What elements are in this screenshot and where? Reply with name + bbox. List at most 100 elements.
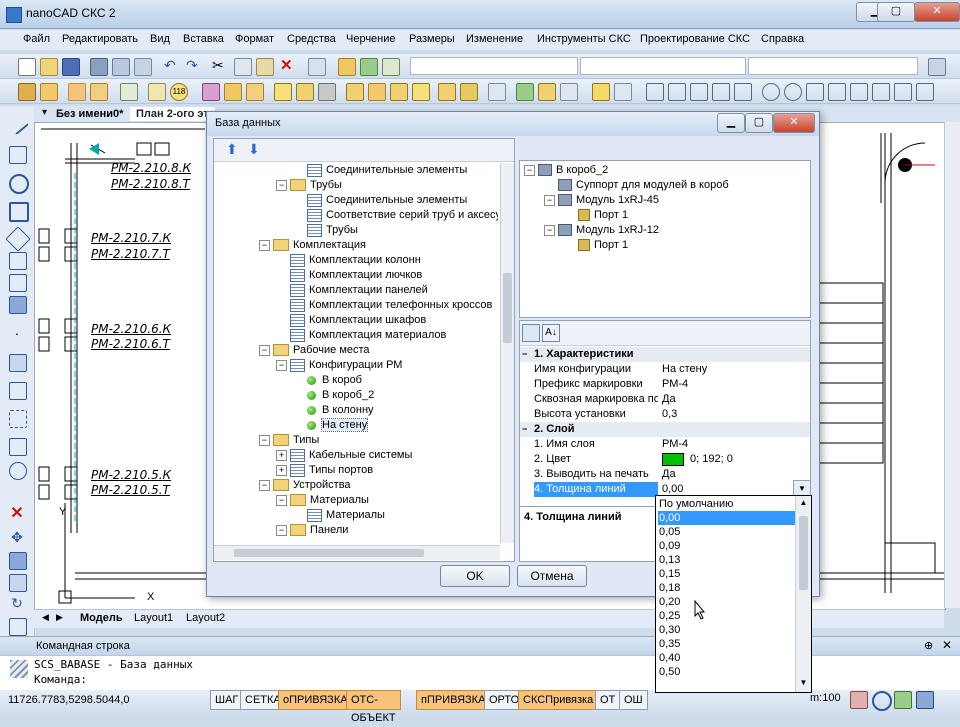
menu-help[interactable]: Справка <box>761 33 804 45</box>
tree-item[interactable]: В короб_2 <box>293 388 374 403</box>
tree-item[interactable]: Соответствие серий труб и аксесуаров <box>293 208 498 223</box>
osh-toggle[interactable]: ОШ <box>619 690 648 710</box>
hatch-tool-icon[interactable] <box>9 296 27 314</box>
layer-state-icon[interactable] <box>360 58 378 76</box>
tree-item[interactable]: Комплектации телефонных кроссов <box>276 298 492 313</box>
tree-item[interactable]: В колонну <box>293 403 374 418</box>
label-rm-5-k[interactable]: РМ-2.210.5.К <box>91 468 171 482</box>
collapse-icon[interactable]: − <box>276 179 287 191</box>
dropdown-option[interactable]: 0,40 <box>658 651 795 665</box>
scs-tool-17-icon[interactable] <box>412 83 430 101</box>
canvas-vscrollbar[interactable] <box>944 122 960 608</box>
scs-tool-20-icon[interactable] <box>488 83 506 101</box>
dim-tool-5-icon[interactable] <box>734 83 752 101</box>
tree-item[interactable]: − В короб_2 <box>524 163 608 178</box>
close-button[interactable]: ✕ <box>914 2 960 22</box>
dim-tool-9-icon[interactable] <box>828 83 846 101</box>
new-file-icon[interactable] <box>18 58 36 76</box>
scs-tool-7-icon[interactable]: 118 <box>170 83 188 101</box>
scs-tool-23-icon[interactable] <box>560 83 578 101</box>
image-tool-icon[interactable] <box>9 354 27 372</box>
property-value-cell[interactable]: РМ-4 <box>662 437 688 452</box>
status-icon-1[interactable] <box>850 691 868 709</box>
measure-tool-icon[interactable] <box>9 382 27 400</box>
scs-tool-6-icon[interactable] <box>148 83 166 101</box>
menu-scs-tools[interactable]: Инструменты СКС <box>537 33 631 45</box>
tree-item[interactable]: Комплектации лючков <box>276 268 422 283</box>
dim-tool-6-icon[interactable] <box>762 83 780 101</box>
tree-item[interactable]: − Модуль 1xRJ-12 <box>544 223 659 238</box>
tab-layout2[interactable]: Layout2 <box>186 612 225 624</box>
collapse-icon[interactable]: − <box>259 344 270 356</box>
collapse-icon[interactable]: − <box>259 239 270 251</box>
tree-item[interactable]: Комплектация материалов <box>276 328 446 343</box>
collapse-icon[interactable]: − <box>522 422 527 437</box>
tree-item[interactable]: На стену <box>293 418 369 433</box>
tree-item[interactable]: В короб <box>293 373 362 388</box>
tab-untitled[interactable]: Без имени0* <box>50 107 129 121</box>
label-rm-7-t[interactable]: РМ-2.210.7.Т <box>91 247 170 261</box>
scs-tool-8-icon[interactable] <box>202 83 220 101</box>
move-down-icon[interactable]: ⬇ <box>248 141 260 158</box>
dim-tool-10-icon[interactable] <box>850 83 868 101</box>
menu-dimensions[interactable]: Размеры <box>409 33 455 45</box>
dim-tool-2-icon[interactable] <box>668 83 686 101</box>
tab-model[interactable]: Модель <box>80 612 123 624</box>
paste-icon[interactable] <box>256 58 274 76</box>
menu-format[interactable]: Формат <box>235 33 274 45</box>
property-row[interactable]: 3. Выводить на печать Да <box>520 467 810 482</box>
maximize-button[interactable]: ▢ <box>877 2 915 22</box>
property-row[interactable]: Высота установки 0,3 <box>520 407 810 422</box>
dropdown-option[interactable]: 0,09 <box>658 539 795 553</box>
scs-tool-15-icon[interactable] <box>368 83 386 101</box>
dropdown-option[interactable]: 0,25 <box>658 609 795 623</box>
osnap-toggle[interactable]: оПРИВЯЗКА <box>278 690 353 710</box>
scs-tool-9-icon[interactable] <box>224 83 242 101</box>
tree-item[interactable]: Комплектации колонн <box>276 253 421 268</box>
cut-icon[interactable]: ✂ <box>212 58 228 74</box>
dropdown-option[interactable]: 0,50 <box>658 665 795 679</box>
property-row[interactable]: 2. Цвет 0; 192; 0 <box>520 452 810 467</box>
label-rm-8-t[interactable]: РМ-2.210.8.Т <box>111 177 190 191</box>
pin-icon[interactable]: ⊕ <box>924 639 933 652</box>
tree-item[interactable]: − Модуль 1xRJ-45 <box>544 193 659 208</box>
dialog-maximize-button[interactable]: ▢ <box>745 113 773 133</box>
tree-item[interactable]: Соединительные элементы <box>293 193 467 208</box>
dropdown-option[interactable]: 0,18 <box>658 581 795 595</box>
scs-tool-24-icon[interactable] <box>592 83 610 101</box>
expand-icon[interactable]: + <box>276 464 287 476</box>
expand-icon[interactable]: + <box>276 449 287 461</box>
region-tool-icon[interactable] <box>9 462 27 480</box>
dim-tool-4-icon[interactable] <box>712 83 730 101</box>
tree-hscroll-thumb[interactable] <box>234 549 424 557</box>
label-rm-8-k[interactable]: РМ-2.210.8.К <box>111 161 191 175</box>
tree-item[interactable]: − Рабочие места <box>259 343 370 358</box>
property-row[interactable]: Имя конфигурации На стену <box>520 362 810 377</box>
ok-button[interactable]: OK <box>440 565 510 587</box>
property-value-cell[interactable]: РМ-4 <box>662 377 688 392</box>
tree-item[interactable]: + Типы портов <box>276 463 373 478</box>
dim-linear-icon[interactable] <box>9 410 27 428</box>
collapse-icon[interactable]: − <box>276 524 287 536</box>
dropdown-option[interactable]: По умолчанию <box>658 497 795 511</box>
command-line-area[interactable]: SCS_BABASE - База данных Команда: <box>0 655 960 690</box>
scs-tool-2-icon[interactable] <box>40 83 58 101</box>
property-value-cell[interactable]: Да <box>662 392 676 407</box>
prev-layout-icon[interactable]: ◀ <box>42 612 49 623</box>
move-up-icon[interactable]: ⬆ <box>226 141 238 158</box>
dropdown-scroll-thumb[interactable] <box>799 516 808 590</box>
next-layout-icon[interactable]: ▶ <box>56 612 63 623</box>
dim-tool-12-icon[interactable] <box>894 83 912 101</box>
collapse-icon[interactable]: − <box>259 434 270 446</box>
collapse-icon[interactable]: − <box>544 194 555 206</box>
label-rm-6-t[interactable]: РМ-2.210.6.Т <box>91 337 170 351</box>
dropdown-scroll-up-icon[interactable]: ▲ <box>796 496 811 510</box>
menu-scs-design[interactable]: Проектирование СКС <box>640 33 750 45</box>
scs-tool-21-icon[interactable] <box>516 83 534 101</box>
move-tool-icon[interactable]: ✥ <box>9 530 25 546</box>
collapse-icon[interactable]: − <box>276 359 287 371</box>
mirror-tool-icon[interactable] <box>9 574 27 592</box>
scs-tool-16-icon[interactable] <box>390 83 408 101</box>
menu-file[interactable]: Файл <box>23 33 50 45</box>
tree-item[interactable]: − Материалы <box>276 493 369 508</box>
